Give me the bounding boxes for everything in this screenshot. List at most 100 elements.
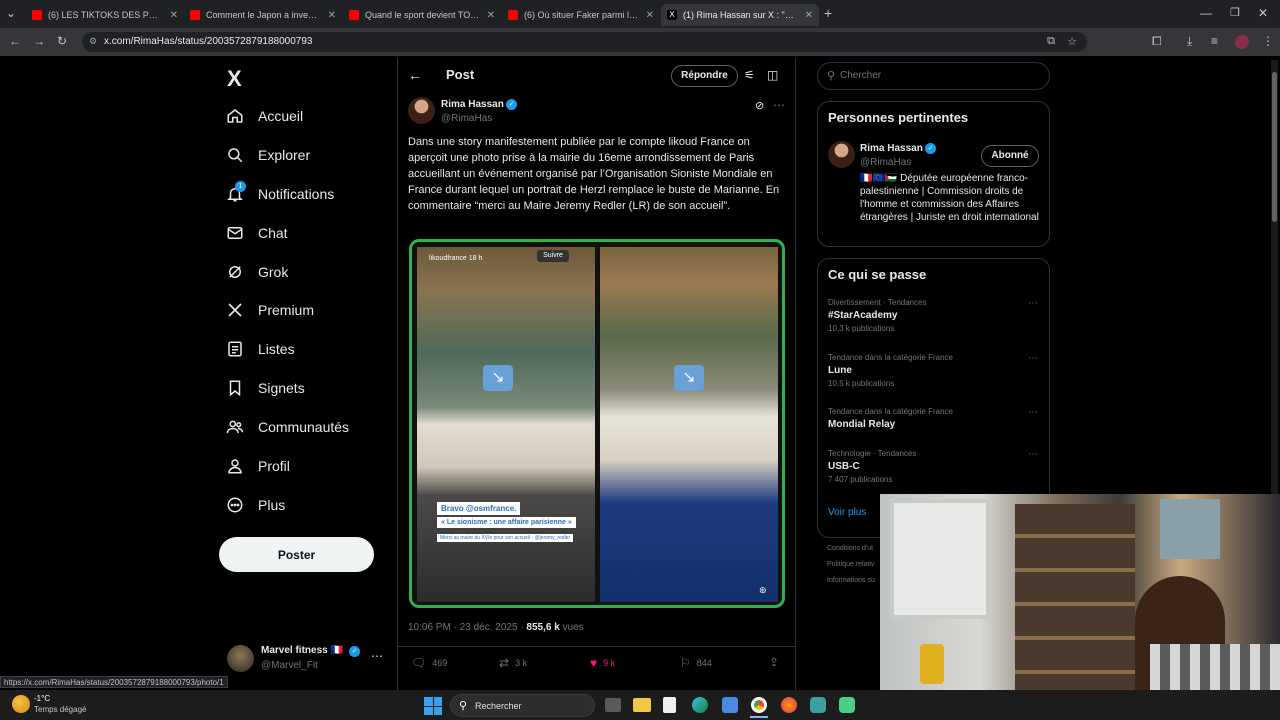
x-logo[interactable]: X: [227, 66, 242, 92]
weather-icon[interactable]: [12, 695, 30, 713]
site-info-icon[interactable]: ⚙: [89, 36, 97, 47]
browser-tab-2[interactable]: Comment le Japon a inventé l'a ✕: [184, 4, 342, 26]
webcam-jar: [920, 644, 944, 684]
person-name[interactable]: Rima Hassan: [860, 143, 923, 154]
search-input[interactable]: ⚲ Chercher: [817, 62, 1050, 90]
post-button[interactable]: Poster: [219, 537, 374, 572]
firefox-icon[interactable]: [781, 697, 797, 713]
nav-item-notifications[interactable]: 1 Notifications: [226, 179, 334, 209]
nav-item-profil[interactable]: Profil: [226, 451, 290, 481]
youtube-icon: [508, 10, 518, 20]
more-icon[interactable]: ⋯: [1028, 407, 1038, 418]
reply-button[interactable]: Répondre: [671, 65, 738, 87]
reply-icon: 🗨︎: [411, 656, 427, 670]
back-icon[interactable]: ←: [9, 34, 21, 48]
follow-button: Suivre: [537, 250, 569, 262]
nav-item-explorer[interactable]: Explorer: [226, 140, 310, 170]
close-window-icon[interactable]: ✕: [1258, 6, 1268, 20]
author-handle[interactable]: @RimaHas: [441, 113, 492, 124]
author-name[interactable]: Rima Hassan: [441, 99, 504, 110]
tab-search-icon[interactable]: ⌄: [6, 6, 16, 20]
more-icon[interactable]: ⋯: [371, 649, 383, 663]
nav-item-premium[interactable]: Premium: [226, 295, 314, 325]
install-icon[interactable]: ⧉: [1047, 35, 1055, 48]
media-icon[interactable]: ≡: [1211, 34, 1218, 48]
restore-icon[interactable]: ❐: [1230, 6, 1240, 19]
settings-sliders-icon[interactable]: ⚟: [744, 68, 755, 82]
file-explorer-icon[interactable]: [633, 698, 651, 712]
page-title: Post: [446, 67, 475, 82]
more-icon[interactable]: ⋯: [1028, 353, 1038, 364]
extensions-icon[interactable]: ⧠: [1152, 34, 1162, 49]
nav-item-listes[interactable]: Listes: [226, 334, 295, 364]
arrow-sticker-icon: ↘: [674, 365, 704, 391]
reload-icon[interactable]: ↻: [57, 34, 67, 48]
close-tab-icon[interactable]: ✕: [170, 10, 178, 21]
reply-action[interactable]: 🗨︎ 469: [411, 656, 447, 670]
tweet-image[interactable]: likoudfrance 18 h ↘ Bravo @osmfrance. « …: [409, 239, 785, 608]
share-icon[interactable]: ⇪: [769, 655, 779, 669]
app-icon[interactable]: [839, 697, 855, 713]
notepad-icon[interactable]: [663, 697, 676, 713]
trend-item[interactable]: Tendance dans la catégorie France Lune 1…: [828, 353, 1038, 388]
footer-link[interactable]: Conditions d'ut: [827, 545, 873, 552]
task-view-icon[interactable]: [605, 698, 621, 712]
following-button[interactable]: Abonné: [981, 145, 1039, 167]
close-tab-icon[interactable]: ✕: [646, 10, 654, 21]
browser-tab-1[interactable]: (6) LES TIKTOKS DES POLITIQUES✕: [26, 4, 184, 26]
taskbar-search[interactable]: ⚲ Rechercher: [450, 694, 595, 717]
reader-view-icon[interactable]: ◫: [767, 68, 778, 82]
trend-item[interactable]: Technologie · Tendances USB-C 7 407 publ…: [828, 449, 1038, 484]
minimize-icon[interactable]: —: [1200, 6, 1212, 20]
retweet-action[interactable]: ⇄ 3 k: [499, 656, 527, 670]
close-tab-icon[interactable]: ✕: [805, 10, 813, 21]
nav-item-plus[interactable]: Plus: [226, 490, 285, 520]
grok-image-icon[interactable]: ⊛: [759, 585, 767, 596]
verified-badge-icon: ✓: [925, 143, 936, 154]
nav-item-signets[interactable]: Signets: [226, 373, 305, 403]
browser-menu-icon[interactable]: ⋮: [1262, 34, 1274, 48]
close-tab-icon[interactable]: ✕: [328, 10, 336, 21]
more-icon[interactable]: ⋯: [773, 98, 785, 112]
person-handle[interactable]: @RimaHas: [860, 157, 911, 168]
browser-tab-active[interactable]: X(1) Rima Hassan sur X : "Dans u✕: [661, 4, 819, 26]
nav-item-chat[interactable]: Chat: [226, 218, 288, 248]
footer-link[interactable]: Politique relativ: [827, 561, 874, 568]
account-switcher[interactable]: Marvel fitness 🇫🇷 ✓ @Marvel_Fit ⋯: [225, 643, 385, 675]
more-icon[interactable]: ⋯: [1028, 298, 1038, 309]
browser-tab-3[interactable]: Quand le sport devient TOXIQUE✕: [343, 4, 501, 26]
nav-item-accueil[interactable]: Accueil: [226, 101, 303, 131]
see-more-link[interactable]: Voir plus: [828, 507, 866, 518]
avatar[interactable]: [828, 141, 855, 168]
trend-item[interactable]: Tendance dans la catégorie France Mondia…: [828, 407, 1038, 430]
download-icon[interactable]: ⤓: [1187, 34, 1192, 49]
webcam-window: [890, 499, 990, 619]
bookmark-action[interactable]: ⚐ 844: [680, 656, 712, 670]
close-tab-icon[interactable]: ✕: [487, 10, 495, 21]
back-arrow-icon[interactable]: ←: [408, 67, 422, 83]
card-title: Ce qui se passe: [828, 267, 927, 282]
weather-desc: Temps dégagé: [34, 705, 87, 714]
forward-icon[interactable]: →: [33, 34, 45, 48]
windows-start-icon[interactable]: [424, 697, 442, 715]
scrollbar-thumb[interactable]: [1272, 72, 1277, 222]
store-icon[interactable]: [722, 697, 738, 713]
nav-item-grok[interactable]: Grok: [226, 257, 288, 287]
bookmark-star-icon[interactable]: ☆: [1067, 35, 1077, 48]
address-bar-row: ← → ↻ ⚙ x.com/RimaHas/status/20035728791…: [0, 28, 1280, 56]
avatar[interactable]: [408, 97, 435, 124]
app-icon[interactable]: [810, 697, 826, 713]
browser-tab-4[interactable]: (6) Où situer Faker parmi les lég✕: [502, 4, 660, 26]
more-icon[interactable]: ⋯: [1028, 449, 1038, 460]
edge-icon[interactable]: [692, 697, 708, 713]
chrome-icon[interactable]: [751, 697, 767, 713]
new-tab-button[interactable]: +: [824, 5, 832, 21]
grok-icon[interactable]: ⊘: [755, 99, 764, 112]
trend-item[interactable]: Divertissement · Tendances #StarAcademy …: [828, 298, 1038, 333]
footer-link[interactable]: Informations su: [827, 577, 875, 584]
like-action[interactable]: ♥ 9 k: [590, 656, 615, 670]
grok-icon: [226, 263, 244, 281]
profile-avatar[interactable]: [1235, 35, 1249, 49]
url-input[interactable]: ⚙ x.com/RimaHas/status/20035728791880007…: [82, 32, 1087, 52]
nav-item-communautes[interactable]: Communautés: [226, 412, 349, 442]
